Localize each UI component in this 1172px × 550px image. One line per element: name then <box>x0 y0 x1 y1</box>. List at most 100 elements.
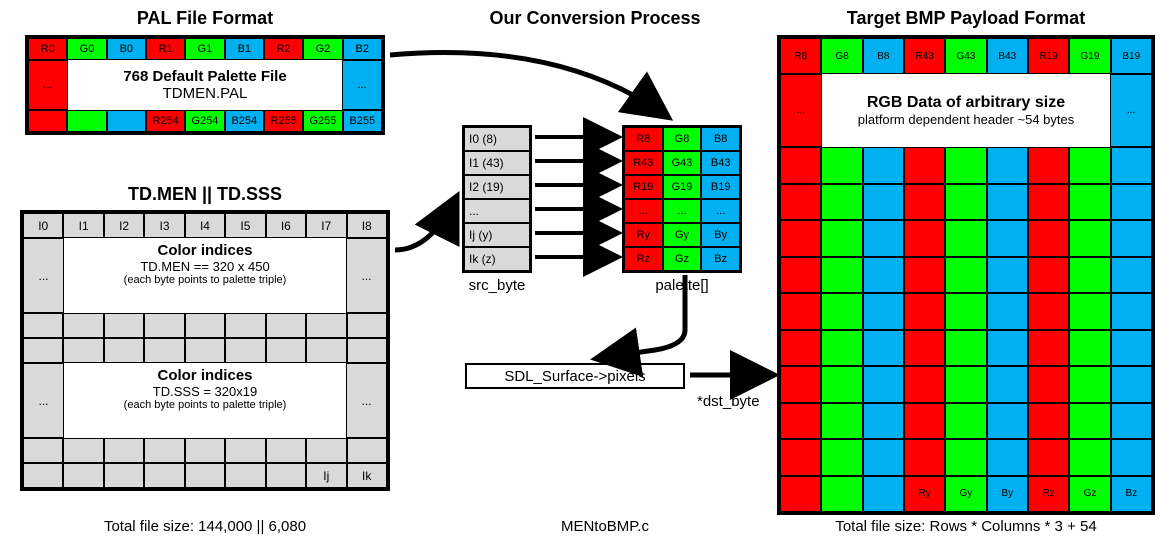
bmp-cell <box>821 403 862 439</box>
src-row: I2 (19) <box>464 175 530 199</box>
td-cell <box>225 438 265 463</box>
td-cell <box>63 463 103 488</box>
bmp-cell <box>863 476 904 512</box>
bmp-cell <box>945 220 986 256</box>
pal-cell: B255 <box>343 110 382 132</box>
td-cell: I7 <box>306 213 346 238</box>
bmp-cell <box>780 403 821 439</box>
td-block: I0 I1 I2 I3 I4 I5 I6 I7 I8 ... Color ind… <box>20 210 390 491</box>
bmp-cell <box>945 403 986 439</box>
td-info2-a: TD.SSS = 320x19 <box>64 384 346 399</box>
pal-mid1: 768 Default Palette File <box>68 68 342 85</box>
pal-t-cell: Rz <box>624 247 663 271</box>
pal-cell: B2 <box>343 38 382 60</box>
bmp-cell <box>987 403 1028 439</box>
pal-cell: G0 <box>67 38 106 60</box>
pal-t-cell: B19 <box>701 175 740 199</box>
pal-cell <box>67 110 106 132</box>
bmp-cell <box>1069 184 1110 220</box>
bmp-cell <box>780 184 821 220</box>
bmp-cell <box>821 220 862 256</box>
bmp-cell <box>987 366 1028 402</box>
src-label: src_byte <box>462 277 532 294</box>
bmp-cell <box>987 184 1028 220</box>
conv-title: Our Conversion Process <box>440 8 750 29</box>
bmp-block: R8 G8 B8 R43 G43 B43 R19 G19 B19 ... RGB… <box>777 35 1155 515</box>
bmp-cell <box>863 439 904 475</box>
td-cell <box>347 438 387 463</box>
bmp-cell: Gy <box>945 476 986 512</box>
bmp-cell <box>904 147 945 183</box>
bmp-cell <box>863 147 904 183</box>
bmp-cell <box>1069 147 1110 183</box>
bmp-cell <box>863 184 904 220</box>
td-cell <box>306 313 346 338</box>
td-cell <box>225 338 265 363</box>
bmp-cell <box>1028 257 1069 293</box>
bmp-cell: G8 <box>821 38 862 74</box>
td-cell: I6 <box>266 213 306 238</box>
td-cell <box>185 338 225 363</box>
td-cell <box>104 463 144 488</box>
pal-t-cell: R43 <box>624 151 663 175</box>
bmp-cell <box>1069 293 1110 329</box>
bmp-cell: G19 <box>1069 38 1110 74</box>
shift-label: << 2 <box>630 100 660 117</box>
td-cell <box>266 463 306 488</box>
pal-t-cell: R19 <box>624 175 663 199</box>
bmp-cell <box>987 439 1028 475</box>
td-cell <box>144 338 184 363</box>
bmp-cell <box>945 293 986 329</box>
td-cell: I2 <box>104 213 144 238</box>
pal-cell: R2 <box>264 38 303 60</box>
bmp-cell <box>1028 330 1069 366</box>
td-cell <box>185 313 225 338</box>
td-cell: I1 <box>63 213 103 238</box>
src-row: ... <box>464 199 530 223</box>
td-cell <box>23 438 63 463</box>
bmp-cell <box>1028 366 1069 402</box>
bmp-cell <box>1069 403 1110 439</box>
bmp-cell <box>904 403 945 439</box>
td-cell <box>306 338 346 363</box>
pal-cell: R1 <box>146 38 185 60</box>
bmp-cell: Gz <box>1069 476 1110 512</box>
pal-cell: B254 <box>225 110 264 132</box>
bmp-cell <box>780 257 821 293</box>
bmp-cell <box>945 366 986 402</box>
src-row: I0 (8) <box>464 127 530 151</box>
td-info1-title: Color indices <box>64 242 346 259</box>
bmp-cell <box>1111 257 1152 293</box>
td-cell <box>266 313 306 338</box>
pal-t-cell: R8 <box>624 127 663 151</box>
td-cell <box>144 438 184 463</box>
pal-t-cell: B8 <box>701 127 740 151</box>
td-cell <box>144 463 184 488</box>
bmp-cell <box>1028 439 1069 475</box>
src-row: Ij (y) <box>464 223 530 247</box>
td-cell <box>23 463 63 488</box>
bmp-cell <box>1111 366 1152 402</box>
td-dots: ... <box>346 238 387 313</box>
palette-label: palette[] <box>622 277 742 294</box>
bmp-cell: B43 <box>987 38 1028 74</box>
td-cell <box>104 313 144 338</box>
td-cell <box>63 313 103 338</box>
bmp-cell <box>863 220 904 256</box>
bmp-cell <box>987 330 1028 366</box>
bmp-cell <box>945 330 986 366</box>
td-cell: I0 <box>23 213 63 238</box>
bmp-cell: By <box>987 476 1028 512</box>
bmp-cell <box>863 293 904 329</box>
pal-t-cell: G8 <box>663 127 702 151</box>
pal-cell: R255 <box>264 110 303 132</box>
pal-t-cell: ... <box>663 199 702 223</box>
pal-title: PAL File Format <box>25 8 385 29</box>
td-cell <box>23 338 63 363</box>
bmp-cell <box>780 439 821 475</box>
bmp-cell <box>987 257 1028 293</box>
pal-cell: G2 <box>303 38 342 60</box>
pal-block: R0 G0 B0 R1 G1 B1 R2 G2 B2 ... 768 Defau… <box>25 35 385 135</box>
bmp-dots: ... <box>780 74 822 147</box>
bmp-cell: R43 <box>904 38 945 74</box>
